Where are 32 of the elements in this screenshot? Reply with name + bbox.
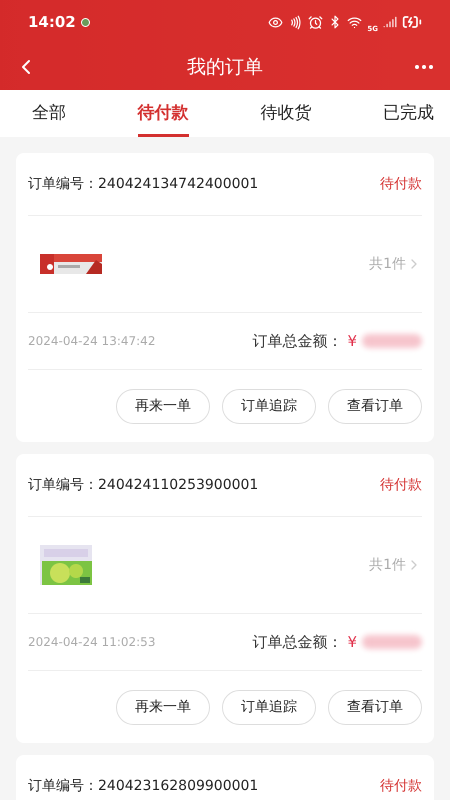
tab[interactable]: 待收货	[260, 90, 312, 137]
order-action-button[interactable]: 订单追踪	[222, 690, 316, 724]
total-label: 订单总金额：	[252, 632, 342, 652]
blurred-amount	[362, 635, 422, 649]
tab[interactable]: 待付款	[138, 90, 189, 137]
order-status: 待付款	[380, 777, 422, 795]
order-number: 订单编号：240424134742400001	[28, 175, 258, 193]
order-action-button[interactable]: 查看订单	[328, 388, 422, 424]
order-action-button[interactable]: 订单追踪	[222, 388, 316, 424]
nfc-icon	[288, 14, 304, 30]
order-status: 待付款	[380, 175, 422, 193]
order-status: 待付款	[380, 476, 422, 494]
currency-symbol: ¥	[347, 633, 357, 651]
blurred-amount	[362, 334, 422, 348]
page-title: 我的订单	[187, 55, 263, 80]
currency-symbol: ¥	[347, 332, 357, 350]
clock-time: 14:02	[28, 13, 76, 31]
alarm-icon	[308, 14, 324, 30]
tab[interactable]: 全部	[32, 90, 66, 137]
order-number: 订单编号：240424110253900001	[28, 476, 258, 494]
order-number: 订单编号：240423162809900001	[28, 777, 258, 795]
order-action-button[interactable]: 再来一单	[116, 690, 210, 724]
wifi-icon	[347, 14, 362, 30]
status-dot-icon	[80, 18, 90, 26]
total-label: 订单总金额：	[252, 332, 342, 350]
signal-icon	[383, 15, 397, 29]
tab[interactable]: 已完成	[382, 90, 434, 137]
order-time: 2024-04-24 11:02:53	[28, 635, 156, 649]
order-action-button[interactable]: 查看订单	[328, 690, 422, 724]
order-action-button[interactable]: 再来一单	[116, 388, 210, 424]
order-time: 2024-04-24 13:47:42	[28, 334, 156, 348]
eye-icon	[268, 14, 284, 30]
